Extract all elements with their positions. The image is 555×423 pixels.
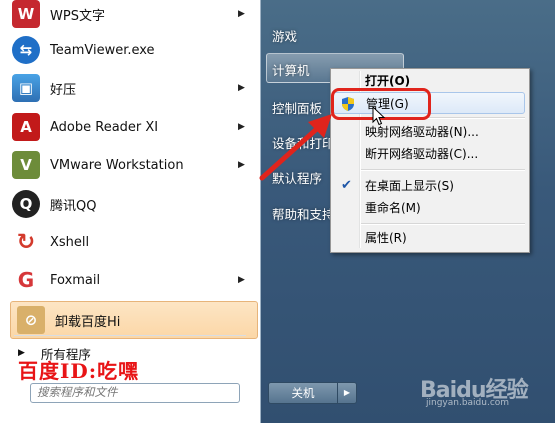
menu-item-label: 属性(R) (365, 231, 407, 245)
program-label: VMware Workstation (50, 157, 184, 173)
baidu-watermark-url: jingyan.baidu.com (426, 398, 510, 408)
program-label: 腾讯QQ (50, 198, 97, 214)
shutdown-button[interactable]: 关机 (268, 382, 338, 404)
haozip-icon: ▣ (12, 74, 40, 102)
baidu-id-annotation: 百度ID:吃嘿 (18, 359, 140, 383)
start-menu-left-panel: W WPS文字 ▶ ⇆ TeamViewer.exe ▣ 好压 ▶ A Adob… (0, 0, 261, 423)
menu-item-map-network-drive[interactable]: 映射网络驱动器(N)... (333, 121, 525, 143)
program-item-vmware[interactable]: V VMware Workstation ▶ (0, 147, 258, 183)
menu-item-properties[interactable]: 属性(R) (333, 227, 525, 249)
program-label: Adobe Reader XI (50, 119, 159, 135)
program-item-teamviewer[interactable]: ⇆ TeamViewer.exe (0, 32, 258, 68)
menu-item-disconnect-network-drive[interactable]: 断开网络驱动器(C)... (333, 143, 525, 165)
submenu-arrow-icon: ▶ (238, 275, 245, 285)
program-label: 卸载百度Hi (55, 314, 121, 330)
chevron-right-icon: ▶ (343, 388, 351, 397)
adobe-reader-icon: A (12, 113, 40, 141)
menu-item-label: 在桌面上显示(S) (365, 179, 454, 193)
program-item-adobe-reader[interactable]: A Adobe Reader XI ▶ (0, 109, 258, 145)
left-divider (14, 335, 246, 336)
right-item-computer[interactable]: 计算机 (272, 60, 310, 79)
submenu-arrow-icon: ▶ (238, 83, 245, 93)
submenu-arrow-icon: ▶ (238, 122, 245, 132)
program-item-haozip[interactable]: ▣ 好压 ▶ (0, 70, 258, 106)
xshell-icon: ↻ (12, 228, 40, 256)
program-label: Foxmail (50, 272, 101, 288)
teamviewer-icon: ⇆ (12, 36, 40, 64)
foxmail-icon: G (12, 266, 40, 294)
menu-item-label: 重命名(M) (365, 201, 421, 215)
menu-item-label: 断开网络驱动器(C)... (365, 147, 479, 161)
qq-icon: Q (12, 190, 40, 218)
wps-icon: W (12, 0, 40, 28)
program-label: TeamViewer.exe (50, 42, 155, 58)
program-label: WPS文字 (50, 8, 105, 24)
mouse-cursor-icon (372, 106, 386, 126)
menu-separator (361, 223, 525, 225)
program-item-uninstall-baiduhi[interactable]: ⊘ 卸载百度Hi (10, 301, 258, 339)
search-input[interactable] (30, 383, 240, 403)
program-item-qq[interactable]: Q 腾讯QQ (0, 186, 258, 222)
vmware-icon: V (12, 151, 40, 179)
program-item-wps[interactable]: W WPS文字 ▶ (0, 0, 258, 32)
submenu-arrow-icon: ▶ (238, 160, 245, 170)
right-item-help-support[interactable]: 帮助和支持 (272, 204, 335, 223)
program-label: Xshell (50, 234, 90, 250)
annotation-arrow-icon (259, 114, 332, 181)
program-item-xshell[interactable]: ↻ Xshell (0, 224, 258, 260)
menu-item-rename[interactable]: 重命名(M) (333, 197, 525, 219)
shutdown-options-button[interactable]: ▶ (337, 382, 357, 404)
uninstall-icon: ⊘ (17, 306, 45, 334)
right-item-games[interactable]: 游戏 (272, 26, 297, 45)
program-label: 好压 (50, 82, 77, 98)
menu-separator (361, 169, 525, 171)
menu-item-show-on-desktop[interactable]: ✔ 在桌面上显示(S) (333, 175, 525, 197)
program-item-foxmail[interactable]: G Foxmail ▶ (0, 262, 258, 298)
submenu-arrow-icon: ▶ (238, 9, 245, 19)
